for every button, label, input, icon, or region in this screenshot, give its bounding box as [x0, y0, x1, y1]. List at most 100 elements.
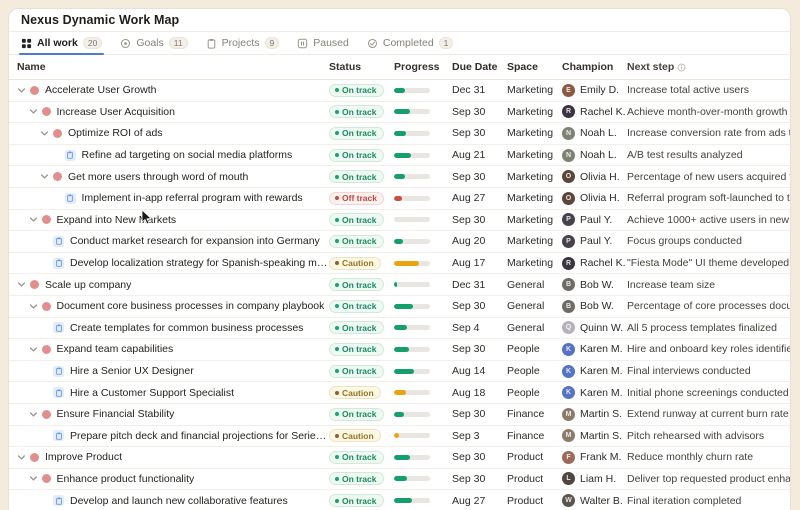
- status-dot-icon: [335, 391, 339, 395]
- table-row[interactable]: Document core business processes in comp…: [9, 296, 790, 318]
- champion-cell: W Walter B.: [562, 494, 627, 507]
- progress-cell: [394, 153, 452, 158]
- tab-goals[interactable]: Goals 11: [120, 32, 187, 54]
- table-row[interactable]: Prepare pitch deck and financial project…: [9, 426, 790, 448]
- progress-bar: [394, 196, 430, 201]
- table-row[interactable]: Ensure Financial Stability On track Sep …: [9, 404, 790, 426]
- grid-icon: [21, 38, 32, 49]
- chevron-down-icon[interactable]: [29, 302, 42, 311]
- status-badge: Caution: [329, 257, 381, 270]
- status-cell: On track: [329, 278, 394, 291]
- column-header-name: Name: [9, 61, 329, 73]
- table-row[interactable]: Create templates for common business pro…: [9, 318, 790, 340]
- status-cell: On track: [329, 170, 394, 183]
- champion-cell: F Frank M.: [562, 451, 627, 464]
- space-label: General: [507, 322, 562, 334]
- status-dot-icon: [335, 218, 339, 222]
- goal-dot-icon: [53, 172, 62, 181]
- target-icon: [120, 38, 131, 49]
- table-row[interactable]: Hire a Customer Support Specialist Cauti…: [9, 382, 790, 404]
- avatar: M: [562, 408, 575, 421]
- chevron-down-icon[interactable]: [17, 280, 30, 289]
- next-step: Final interviews conducted: [627, 365, 790, 377]
- tab-count-badge: 20: [83, 37, 102, 49]
- project-icon: [53, 387, 64, 398]
- status-badge: On track: [329, 494, 384, 507]
- champion-cell: K Karen M.: [562, 343, 627, 356]
- champion-name: Frank M.: [580, 451, 621, 463]
- tab-paused[interactable]: Paused: [297, 32, 349, 54]
- space-label: Marketing: [507, 235, 562, 247]
- chevron-down-icon[interactable]: [29, 215, 42, 224]
- goal-dot-icon: [30, 86, 39, 95]
- due-date: Sep 30: [452, 300, 507, 312]
- progress-cell: [394, 282, 452, 287]
- progress-bar: [394, 217, 430, 222]
- space-label: People: [507, 365, 562, 377]
- chevron-down-icon[interactable]: [17, 453, 30, 462]
- chevron-down-icon[interactable]: [40, 172, 53, 181]
- progress-cell: [394, 88, 452, 93]
- table-row[interactable]: Increase User Acquisition On track Sep 3…: [9, 102, 790, 124]
- tab-completed[interactable]: Completed 1: [367, 32, 454, 54]
- status-dot-icon: [335, 110, 339, 114]
- table-row[interactable]: Expand team capabilities On track Sep 30…: [9, 339, 790, 361]
- champion-cell: O Olivia H.: [562, 192, 627, 205]
- champion-cell: O Olivia H.: [562, 170, 627, 183]
- status-dot-icon: [335, 499, 339, 503]
- champion-cell: R Rachel K.: [562, 257, 627, 270]
- project-icon: [53, 430, 64, 441]
- progress-cell: [394, 412, 452, 417]
- status-badge: On track: [329, 84, 384, 97]
- tab-count-badge: 9: [265, 37, 280, 49]
- due-date: Aug 27: [452, 192, 507, 204]
- table-row[interactable]: Refine ad targeting on social media plat…: [9, 145, 790, 167]
- row-name-cell: Conduct market research for expansion in…: [9, 235, 329, 247]
- table-row[interactable]: Accelerate User Growth On track Dec 31 M…: [9, 80, 790, 102]
- status-badge: On track: [329, 321, 384, 334]
- table-row[interactable]: Develop and launch new collaborative fea…: [9, 490, 790, 510]
- table-row[interactable]: Get more users through word of mouth On …: [9, 166, 790, 188]
- status-badge: On track: [329, 343, 384, 356]
- table-row[interactable]: Implement in-app referral program with r…: [9, 188, 790, 210]
- tab-projects[interactable]: Projects 9: [206, 32, 280, 54]
- info-icon[interactable]: [677, 63, 686, 72]
- due-date: Aug 21: [452, 149, 507, 161]
- chevron-down-icon[interactable]: [29, 345, 42, 354]
- table-row[interactable]: Enhance product functionality On track S…: [9, 469, 790, 491]
- space-label: Marketing: [507, 214, 562, 226]
- status-dot-icon: [335, 412, 339, 416]
- column-header-status: Status: [329, 61, 394, 73]
- row-name: Document core business processes in comp…: [57, 300, 325, 312]
- chevron-down-icon[interactable]: [29, 107, 42, 116]
- champion-name: Paul Y.: [580, 235, 612, 247]
- champion-cell: K Karen M.: [562, 365, 627, 378]
- table-row[interactable]: Expand into New Markets On track Sep 30 …: [9, 210, 790, 232]
- tab-all-work[interactable]: All work 20: [21, 32, 102, 54]
- chevron-down-icon[interactable]: [17, 86, 30, 95]
- tab-label: Goals: [136, 37, 163, 49]
- status-cell: Caution: [329, 386, 394, 399]
- tab-label: Completed: [383, 37, 434, 49]
- table-row[interactable]: Improve Product On track Sep 30 Product …: [9, 447, 790, 469]
- table-row[interactable]: Optimize ROI of ads On track Sep 30 Mark…: [9, 123, 790, 145]
- progress-bar: [394, 433, 430, 438]
- table-row[interactable]: Hire a Senior UX Designer On track Aug 1…: [9, 361, 790, 383]
- row-name-cell: Expand team capabilities: [9, 343, 329, 355]
- goal-dot-icon: [30, 453, 39, 462]
- status-cell: Caution: [329, 429, 394, 442]
- progress-bar: [394, 412, 430, 417]
- table-row[interactable]: Develop localization strategy for Spanis…: [9, 253, 790, 275]
- champion-cell: M Martin S.: [562, 429, 627, 442]
- table-row[interactable]: Conduct market research for expansion in…: [9, 231, 790, 253]
- champion-cell: N Noah L.: [562, 149, 627, 162]
- chevron-down-icon[interactable]: [40, 129, 53, 138]
- next-step: Extend runway at current burn rate: [627, 408, 790, 420]
- status-dot-icon: [335, 131, 339, 135]
- chevron-down-icon[interactable]: [29, 410, 42, 419]
- row-name: Enhance product functionality: [57, 473, 195, 485]
- champion-name: Karen M.: [580, 343, 623, 355]
- next-step: Initial phone screenings conducted: [627, 387, 790, 399]
- chevron-down-icon[interactable]: [29, 474, 42, 483]
- table-row[interactable]: Scale up company On track Dec 31 General…: [9, 274, 790, 296]
